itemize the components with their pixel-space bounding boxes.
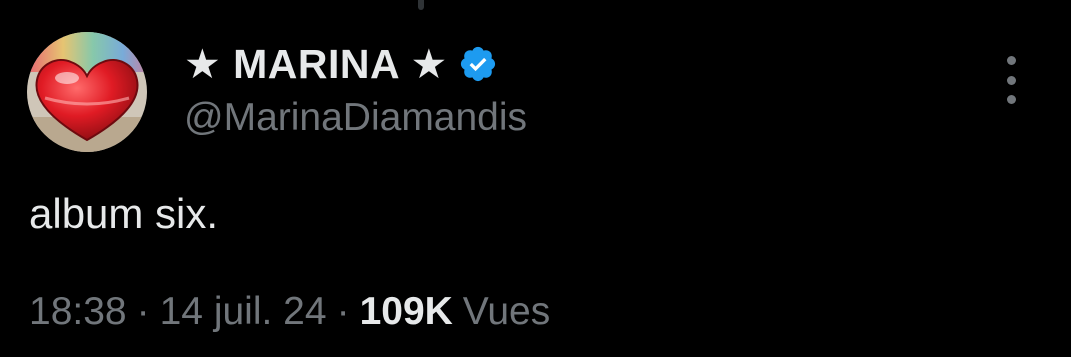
tweet-time[interactable]: 18:38 (29, 290, 127, 334)
more-vertical-icon (1006, 56, 1016, 65)
thread-connector-line (418, 0, 424, 10)
views-count[interactable]: 109K (360, 290, 453, 334)
avatar[interactable] (27, 32, 147, 152)
views-label: Vues (462, 290, 551, 333)
meta-separator: · (336, 290, 350, 333)
more-vertical-icon (1006, 95, 1016, 104)
more-options-button[interactable] (994, 56, 1028, 104)
tweet-meta: 18:38 · 14 juil. 24 · 109K Vues (29, 290, 550, 334)
meta-separator: · (136, 290, 150, 333)
tweet-text: album six. (29, 190, 219, 237)
tweet-date[interactable]: 14 juil. 24 (160, 290, 327, 334)
display-name[interactable]: ★ MARINA ★ (184, 40, 448, 88)
author-header: ★ MARINA ★ (184, 40, 498, 88)
verified-badge-icon[interactable] (458, 44, 498, 84)
more-vertical-icon (1006, 75, 1016, 85)
heart-avatar-icon (27, 32, 147, 152)
author-handle[interactable]: @MarinaDiamandis (184, 96, 527, 140)
